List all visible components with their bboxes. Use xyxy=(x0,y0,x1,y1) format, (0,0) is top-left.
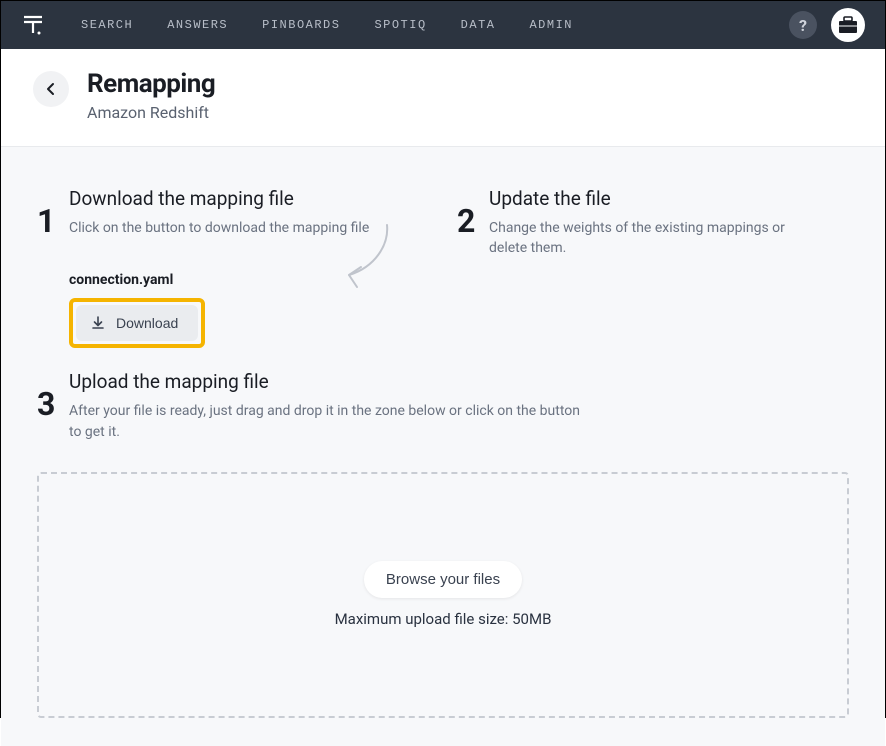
step-1-title: Download the mapping file xyxy=(69,187,397,210)
page-title: Remapping xyxy=(87,69,215,99)
nav-right: ? xyxy=(789,8,865,42)
step-3-desc: After your file is ready, just drag and … xyxy=(69,401,589,442)
nav-admin[interactable]: ADMIN xyxy=(529,18,573,32)
nav-pinboards[interactable]: PINBOARDS xyxy=(262,18,340,32)
step-2-desc: Change the weights of the existing mappi… xyxy=(489,218,799,259)
nav-answers[interactable]: ANSWERS xyxy=(167,18,228,32)
step-3: 3 Upload the mapping file After your fil… xyxy=(37,370,849,442)
nav-search[interactable]: SEARCH xyxy=(81,18,133,32)
download-highlight: Download xyxy=(69,298,205,348)
browse-files-button[interactable]: Browse your files xyxy=(364,561,522,598)
step-1-number: 1 xyxy=(37,205,57,348)
step-3-title: Upload the mapping file xyxy=(69,370,849,393)
download-button-label: Download xyxy=(116,315,178,331)
nav-items: SEARCH ANSWERS PINBOARDS SPOTIQ DATA ADM… xyxy=(81,18,789,32)
arrow-illustration xyxy=(327,217,407,297)
logo-icon[interactable] xyxy=(21,13,45,37)
page-header: Remapping Amazon Redshift xyxy=(1,49,885,147)
main-content: 1 Download the mapping file Click on the… xyxy=(1,147,885,746)
nav-data[interactable]: DATA xyxy=(461,18,496,32)
download-button[interactable]: Download xyxy=(76,305,198,341)
nav-spotiq[interactable]: SPOTIQ xyxy=(374,18,426,32)
top-nav: SEARCH ANSWERS PINBOARDS SPOTIQ DATA ADM… xyxy=(1,1,885,49)
avatar[interactable] xyxy=(831,8,865,42)
chevron-left-icon xyxy=(45,82,57,96)
step-2-number: 2 xyxy=(457,205,477,348)
help-icon[interactable]: ? xyxy=(789,11,817,39)
briefcase-icon xyxy=(838,16,858,34)
step-3-number: 3 xyxy=(37,388,57,442)
step-2: 2 Update the file Change the weights of … xyxy=(457,187,849,348)
upload-dropzone[interactable]: Browse your files Maximum upload file si… xyxy=(37,472,849,718)
download-icon xyxy=(90,315,106,331)
step-2-title: Update the file xyxy=(489,187,849,210)
back-button[interactable] xyxy=(33,71,69,107)
steps-row-top: 1 Download the mapping file Click on the… xyxy=(37,187,849,348)
max-file-size-text: Maximum upload file size: 50MB xyxy=(335,610,552,628)
page-subtitle: Amazon Redshift xyxy=(87,103,215,122)
